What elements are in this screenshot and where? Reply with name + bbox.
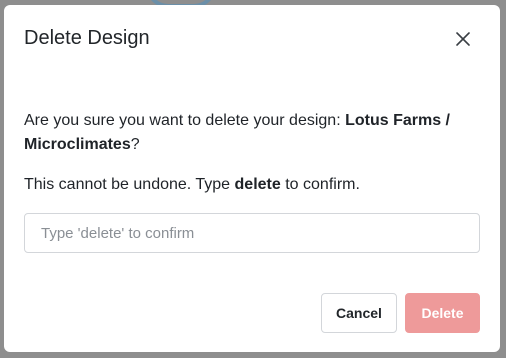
close-icon: [456, 32, 470, 46]
close-button[interactable]: [453, 29, 473, 49]
delete-button[interactable]: Delete: [405, 293, 480, 333]
warning-prefix: This cannot be undone. Type: [24, 176, 235, 193]
confirm-question: Are you sure you want to delete your des…: [24, 109, 484, 157]
undo-warning: This cannot be undone. Type delete to co…: [24, 173, 484, 197]
dialog-title: Delete Design: [24, 27, 150, 49]
delete-design-dialog: Delete Design Are you sure you want to d…: [4, 5, 500, 352]
warning-suffix: to confirm.: [280, 176, 360, 193]
confirm-delete-input[interactable]: [24, 213, 480, 253]
question-prefix: Are you sure you want to delete your des…: [24, 112, 346, 129]
question-suffix: ?: [130, 136, 140, 153]
cancel-button[interactable]: Cancel: [321, 293, 397, 333]
confirm-keyword: delete: [234, 176, 281, 193]
